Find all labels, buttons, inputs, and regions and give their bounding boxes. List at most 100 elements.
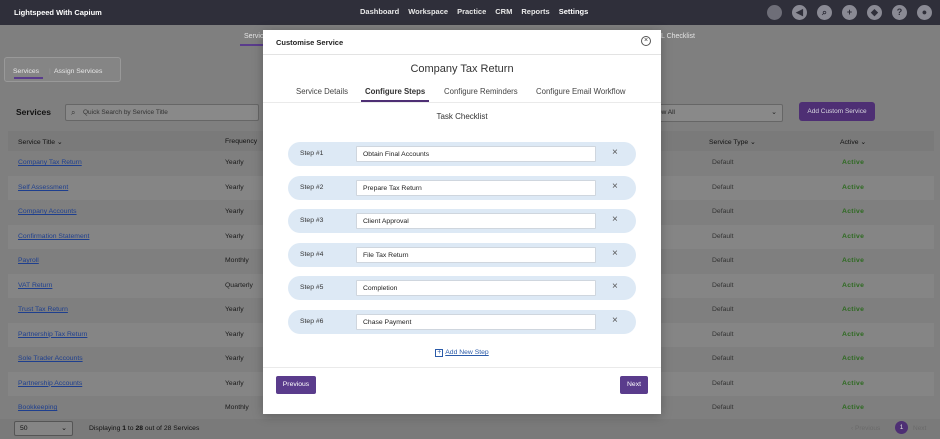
help-icon[interactable]: ? xyxy=(892,5,907,20)
col-service-type[interactable]: Service Type ⌄ xyxy=(709,138,756,146)
service-frequency: Yearly xyxy=(225,379,244,387)
service-title-link[interactable]: VAT Return xyxy=(18,282,52,289)
chevron-down-icon: ⌄ xyxy=(61,425,67,432)
customise-service-modal: Customise Service × Company Tax Return S… xyxy=(263,30,661,414)
previous-button[interactable]: Previous xyxy=(276,376,316,394)
status-badge: Active xyxy=(842,281,865,289)
filter-select[interactable]: ow All ⌄ xyxy=(655,104,783,122)
status-badge: Active xyxy=(842,232,865,240)
step-row: Step #6 Chase Payment × xyxy=(288,310,636,334)
search-icon: ⌕ xyxy=(71,108,76,117)
status-badge: Active xyxy=(842,330,865,338)
service-title-link[interactable]: Partnership Accounts xyxy=(18,380,82,387)
remove-step-icon[interactable]: × xyxy=(612,248,618,260)
modal-title: Customise Service xyxy=(276,38,344,47)
step-input[interactable]: Obtain Final Accounts xyxy=(356,146,596,162)
remove-step-icon[interactable]: × xyxy=(612,181,618,193)
service-frequency: Yearly xyxy=(225,306,244,313)
services-heading: Services xyxy=(16,107,51,117)
col-frequency[interactable]: Frequency xyxy=(225,138,257,145)
nav-dashboard[interactable]: Dashboard xyxy=(360,7,399,16)
segment-divider: | xyxy=(49,68,51,75)
service-frequency: Yearly xyxy=(225,208,244,215)
col-service-title[interactable]: Service Title ⌄ xyxy=(18,138,63,146)
remove-step-icon[interactable]: × xyxy=(612,315,618,327)
close-icon[interactable]: × xyxy=(641,36,651,46)
segment-assign-services[interactable]: Assign Services xyxy=(54,68,102,75)
service-title-link[interactable]: Bookkeeping xyxy=(18,404,57,411)
task-checklist-heading: Task Checklist xyxy=(436,112,488,121)
tab-configure-reminders[interactable]: Configure Reminders xyxy=(444,87,518,96)
search-input[interactable]: ⌕ Quick Search by Service Title xyxy=(65,104,259,121)
service-frequency: Monthly xyxy=(225,257,249,264)
add-custom-service-button[interactable]: Add Custom Service xyxy=(799,102,875,121)
service-title-link[interactable]: Payroll xyxy=(18,257,39,264)
tag-icon[interactable]: ◆ xyxy=(867,5,882,20)
circle-icon[interactable] xyxy=(767,5,782,20)
tab-service-details[interactable]: Service Details xyxy=(296,87,348,96)
step-input[interactable]: Completion xyxy=(356,280,596,297)
service-title-link[interactable]: Confirmation Statement xyxy=(18,233,89,240)
user-icon[interactable]: ● xyxy=(917,5,932,20)
service-title-link[interactable]: Company Tax Return xyxy=(18,159,82,166)
service-title-link[interactable]: Company Accounts xyxy=(18,208,77,215)
next-button[interactable]: Next xyxy=(620,376,648,394)
service-frequency: Yearly xyxy=(225,159,244,166)
nav-settings[interactable]: Settings xyxy=(559,7,589,16)
col-active[interactable]: Active ⌄ xyxy=(840,138,866,146)
next-page-link[interactable]: Next xyxy=(913,425,926,432)
service-frequency: Yearly xyxy=(225,355,244,362)
step-row: Step #3 Client Approval × xyxy=(288,209,636,234)
status-badge: Active xyxy=(842,306,865,313)
add-new-step-link[interactable]: + Add New Step xyxy=(263,349,661,357)
modal-tabs: Service Details Configure Steps Configur… xyxy=(263,87,661,103)
service-title-link[interactable]: Partnership Tax Return xyxy=(18,331,87,338)
status-badge: Active xyxy=(842,183,865,191)
service-frequency: Quarterly xyxy=(225,281,253,289)
nav-practice[interactable]: Practice xyxy=(457,7,486,16)
remove-step-icon[interactable]: × xyxy=(612,147,618,159)
service-type: Default xyxy=(712,208,734,215)
service-frequency: Yearly xyxy=(225,330,244,338)
service-name-heading: Company Tax Return xyxy=(410,63,514,75)
service-title-link[interactable]: Trust Tax Return xyxy=(18,306,68,313)
step-value: Obtain Final Accounts xyxy=(363,151,430,158)
status-badge: Active xyxy=(842,257,865,264)
service-title-link[interactable]: Self Assessment xyxy=(18,184,68,191)
modal-header: Customise Service × xyxy=(263,30,661,55)
page-size-select[interactable]: 50 ⌄ xyxy=(14,421,73,436)
search-placeholder: Quick Search by Service Title xyxy=(83,109,168,116)
step-value: Completion xyxy=(363,285,398,293)
tab-configure-email-workflow[interactable]: Configure Email Workflow xyxy=(536,87,626,96)
service-type: Default xyxy=(712,257,734,264)
plus-icon[interactable]: + xyxy=(842,5,857,20)
subtab-services[interactable]: Servic xyxy=(244,33,263,40)
search-icon[interactable]: ⌕ xyxy=(817,5,832,20)
service-type: Default xyxy=(712,379,734,387)
previous-page-link[interactable]: ‹ Previous xyxy=(851,425,880,432)
step-row: Step #2 Prepare Tax Return × xyxy=(288,175,636,200)
tab-configure-steps[interactable]: Configure Steps xyxy=(365,87,425,96)
step-input[interactable]: Prepare Tax Return xyxy=(356,179,596,196)
service-type: Default xyxy=(712,306,734,313)
chevron-down-icon: ⌄ xyxy=(771,109,777,116)
status-badge: Active xyxy=(842,355,865,362)
subtab-checklist[interactable]: L Checklist xyxy=(661,33,695,40)
step-row: Step #1 Obtain Final Accounts × xyxy=(288,142,636,166)
brand-logo-text[interactable]: Lightspeed With Capium xyxy=(14,8,102,17)
segment-services[interactable]: Services xyxy=(13,68,39,75)
nav-reports[interactable]: Reports xyxy=(521,7,549,16)
nav-workspace[interactable]: Workspace xyxy=(408,7,448,16)
step-input[interactable]: Chase Payment xyxy=(356,314,596,330)
step-value: Client Approval xyxy=(363,218,409,226)
step-input[interactable]: Client Approval xyxy=(356,213,596,230)
remove-step-icon[interactable]: × xyxy=(612,214,618,226)
remove-step-icon[interactable]: × xyxy=(612,281,618,293)
nav-crm[interactable]: CRM xyxy=(495,7,512,16)
service-title-link[interactable]: Sole Trader Accounts xyxy=(18,355,83,362)
status-badge: Active xyxy=(842,379,865,387)
page-number-button[interactable]: 1 xyxy=(895,421,908,434)
service-type: Default xyxy=(712,232,734,240)
megaphone-icon[interactable]: ◀ xyxy=(792,5,807,20)
step-input[interactable]: File Tax Return xyxy=(356,246,596,263)
